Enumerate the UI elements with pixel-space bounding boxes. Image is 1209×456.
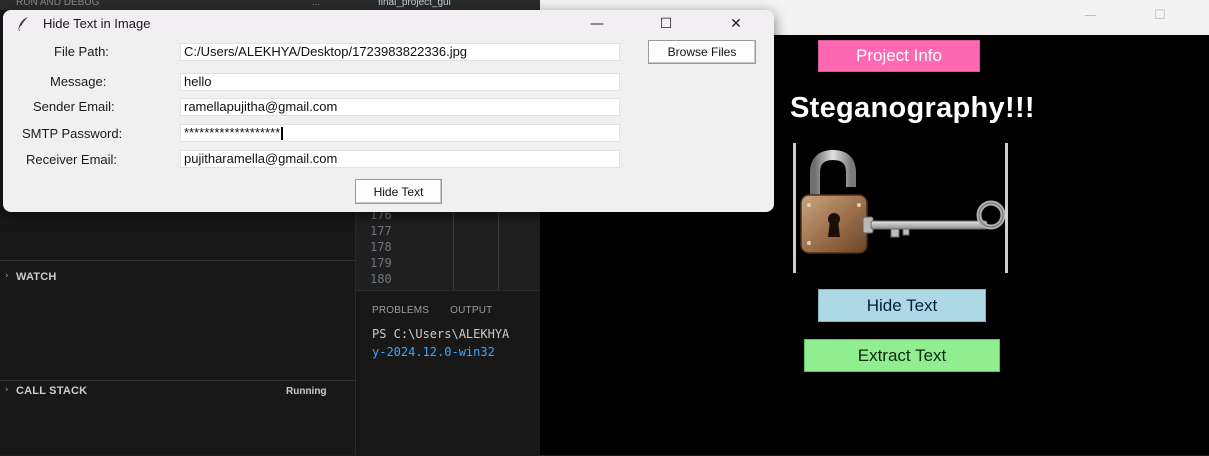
indent-guide: [453, 212, 454, 290]
lock-key-image: [793, 143, 1009, 273]
message-input[interactable]: hello: [180, 73, 620, 91]
receiver-email-label: Receiver Email:: [26, 152, 118, 167]
smtp-password-label: SMTP Password:: [22, 126, 123, 141]
tab-problems[interactable]: PROBLEMS: [372, 305, 429, 316]
section-divider: [0, 380, 355, 381]
bottom-panel: PROBLEMS OUTPUT PS C:\Users\ALEKHYA y-20…: [356, 290, 540, 456]
extract-text-button[interactable]: Extract Text: [804, 339, 1000, 372]
vscode-top-strip: RUN AND DEBUG ... final_project_gui: [0, 0, 540, 10]
dialog-hide-text-button[interactable]: Hide Text: [355, 179, 442, 204]
sender-email-input[interactable]: ramellapujitha@gmail.com: [180, 98, 620, 116]
smtp-password-input[interactable]: *******************: [180, 124, 620, 142]
more-actions-icon[interactable]: ...: [312, 0, 320, 8]
line-number: 179: [370, 256, 392, 270]
frame-line: [793, 143, 796, 273]
line-number: 178: [370, 240, 392, 254]
file-path-input[interactable]: C:/Users/ALEKHYA/Desktop/1723983822336.j…: [180, 43, 620, 61]
line-number: 177: [370, 224, 392, 238]
minimize-button[interactable]: —: [574, 12, 620, 36]
close-button[interactable]: ✕: [713, 12, 759, 36]
browse-files-button[interactable]: Browse Files: [648, 40, 756, 64]
chevron-down-icon[interactable]: ›: [5, 385, 9, 395]
terminal-line: y-2024.12.0-win32: [372, 345, 495, 359]
text-cursor: [281, 127, 284, 141]
panel-tabs: PROBLEMS OUTPUT: [372, 305, 510, 316]
chevron-down-icon[interactable]: ›: [5, 271, 9, 281]
line-numbers: 176 177 178 179 180 181: [370, 207, 410, 293]
project-info-button[interactable]: Project Info: [818, 40, 980, 72]
dialog-titlebar: Hide Text in Image — ☐ ✕: [3, 10, 774, 38]
watch-section-title[interactable]: WATCH: [16, 271, 57, 283]
terminal-line: PS C:\Users\ALEKHYA: [372, 327, 510, 341]
maximize-button[interactable]: ☐: [643, 12, 689, 36]
dialog-title: Hide Text in Image: [43, 16, 151, 31]
call-stack-section-title[interactable]: CALL STACK: [16, 385, 87, 397]
frame-line: [1005, 143, 1008, 273]
feather-icon: [17, 17, 28, 32]
line-number: 180: [370, 272, 392, 286]
hide-text-button[interactable]: Hide Text: [818, 289, 986, 322]
call-stack-status: Running: [286, 386, 327, 397]
hide-text-dialog: Hide Text in Image — ☐ ✕ File Path: C:/U…: [3, 10, 774, 212]
padlock-key-icon: [800, 149, 1006, 254]
maximize-icon[interactable]: ☐: [1154, 8, 1166, 23]
app-title: Steganography!!!: [790, 92, 1035, 124]
receiver-email-input[interactable]: pujitharamella@gmail.com: [180, 150, 620, 168]
editor-tab[interactable]: final_project_gui: [378, 0, 451, 8]
message-label: Message:: [50, 74, 107, 89]
minimize-icon[interactable]: —: [1084, 8, 1097, 23]
indent-guide: [498, 212, 499, 290]
password-mask: *******************: [184, 125, 281, 140]
run-and-debug-title: RUN AND DEBUG: [16, 0, 100, 8]
sender-email-label: Sender Email:: [33, 99, 115, 114]
tab-output[interactable]: OUTPUT: [450, 305, 492, 316]
file-path-label: File Path:: [54, 44, 109, 59]
section-divider: [0, 260, 355, 261]
